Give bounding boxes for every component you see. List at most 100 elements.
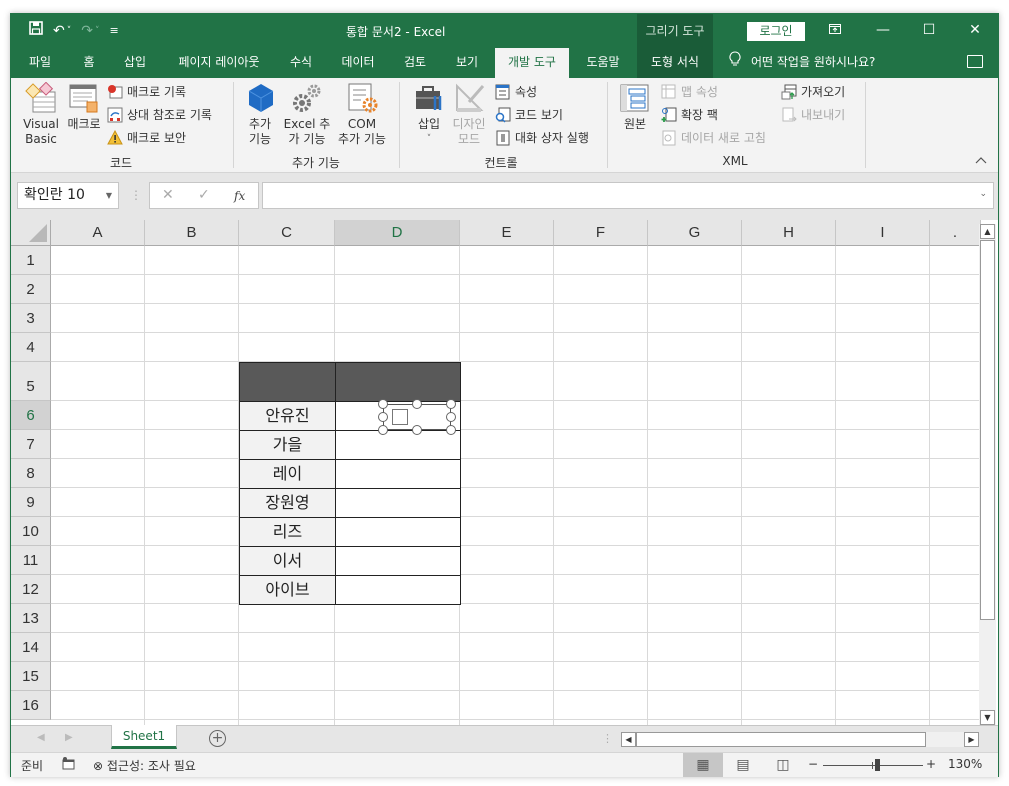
table-cell-consent[interactable] xyxy=(335,575,461,605)
table-header-name[interactable] xyxy=(239,362,336,402)
com-addins-button[interactable]: COM 추가 기능 xyxy=(335,82,389,147)
table-cell-name[interactable]: 장원영 xyxy=(239,488,336,518)
formula-input[interactable]: ⌄ xyxy=(262,182,994,209)
zoom-out-button[interactable]: − xyxy=(808,757,818,771)
resize-handle[interactable] xyxy=(378,425,388,435)
table-cell-name[interactable]: 이서 xyxy=(239,546,336,576)
column-header-g[interactable]: G xyxy=(648,220,742,246)
row-header-2[interactable]: 2 xyxy=(11,275,51,304)
table-cell-name[interactable]: 아이브 xyxy=(239,575,336,605)
tab-file[interactable]: 파일 xyxy=(19,48,61,78)
name-box[interactable]: 확인란 10 ▼ xyxy=(17,182,119,209)
save-icon[interactable] xyxy=(29,20,43,42)
formula-bar-resize-handle[interactable]: ⋮ xyxy=(130,188,142,202)
zoom-slider-thumb[interactable] xyxy=(875,759,880,771)
table-cell-name[interactable]: 가을 xyxy=(239,430,336,460)
macro-recording-icon[interactable] xyxy=(61,756,75,773)
ribbon-display-options-button[interactable] xyxy=(812,14,858,48)
select-all-button[interactable] xyxy=(11,220,51,246)
zoom-in-button[interactable]: + xyxy=(926,757,936,771)
scroll-left-icon[interactable]: ◀ xyxy=(621,732,636,747)
tab-help[interactable]: 도움말 xyxy=(577,48,629,78)
tab-developer[interactable]: 개발 도구 xyxy=(495,48,569,78)
row-header-5[interactable]: 5 xyxy=(11,362,51,401)
column-header-i[interactable]: I xyxy=(836,220,930,246)
undo-dropdown-icon[interactable]: ˅ xyxy=(67,20,72,42)
row-header-12[interactable]: 12 xyxy=(11,575,51,604)
customize-qat-icon[interactable]: ≡ xyxy=(109,20,118,42)
comments-icon[interactable] xyxy=(967,55,983,68)
table-cell-consent[interactable] xyxy=(335,546,461,576)
worksheet-grid[interactable]: A B C D E F G H I. 1 2 3 4 5 6 7 8 9 10 11 12 13 14 15 16 안유진 가을 레이… xyxy=(11,220,998,725)
table-cell-consent[interactable] xyxy=(335,517,461,547)
new-sheet-button[interactable]: + xyxy=(209,730,226,747)
xml-source-button[interactable]: 원본 xyxy=(619,82,651,132)
collapse-ribbon-icon[interactable] xyxy=(975,154,987,167)
resize-handle[interactable] xyxy=(378,399,388,409)
expand-formula-bar-icon[interactable]: ⌄ xyxy=(979,189,987,199)
row-header-7[interactable]: 7 xyxy=(11,430,51,459)
undo-icon[interactable]: ↶ xyxy=(53,20,65,42)
row-header-15[interactable]: 15 xyxy=(11,662,51,691)
zoom-slider[interactable] xyxy=(823,765,923,766)
table-cell-consent[interactable] xyxy=(335,488,461,518)
tab-formulas[interactable]: 수식 xyxy=(283,48,319,78)
properties-button[interactable]: 속성 xyxy=(495,82,537,102)
tab-insert[interactable]: 삽입 xyxy=(115,48,155,78)
insert-control-button[interactable]: 삽입 ˅ xyxy=(413,82,445,147)
row-header-11[interactable]: 11 xyxy=(11,546,51,575)
excel-addins-button[interactable]: Excel 추 가 기능 xyxy=(283,82,331,147)
row-header-4[interactable]: 4 xyxy=(11,333,51,362)
row-header-8[interactable]: 8 xyxy=(11,459,51,488)
row-header-3[interactable]: 3 xyxy=(11,304,51,333)
horizontal-scroll-thumb[interactable] xyxy=(636,732,926,747)
row-header-14[interactable]: 14 xyxy=(11,633,51,662)
login-button[interactable]: 로그인 xyxy=(747,22,805,41)
scroll-down-icon[interactable]: ▼ xyxy=(980,710,995,725)
table-header-consent[interactable] xyxy=(335,362,461,402)
tab-data[interactable]: 데이터 xyxy=(333,48,383,78)
vertical-scrollbar[interactable]: ▲ ▼ xyxy=(979,224,996,725)
minimize-button[interactable]: — xyxy=(860,14,906,48)
addins-button[interactable]: 추가 기능 xyxy=(245,82,275,147)
table-cell-name[interactable]: 안유진 xyxy=(239,401,336,431)
view-code-button[interactable]: 코드 보기 xyxy=(495,105,563,125)
next-sheet-icon[interactable]: ▶ xyxy=(65,732,73,743)
horizontal-scrollbar[interactable]: ◀ ▶ xyxy=(621,732,979,747)
column-header-d[interactable]: D xyxy=(335,220,460,246)
page-layout-view-button[interactable]: ▤ xyxy=(723,753,763,777)
normal-view-button[interactable]: ▦ xyxy=(683,753,723,777)
resize-handle[interactable] xyxy=(446,412,456,422)
xml-import-button[interactable]: 가져오기 xyxy=(781,82,845,102)
row-header-16[interactable]: 16 xyxy=(11,691,51,720)
maximize-button[interactable]: ☐ xyxy=(906,14,952,48)
checkbox-icon[interactable] xyxy=(392,409,408,425)
tab-review[interactable]: 검토 xyxy=(395,48,435,78)
table-cell-consent[interactable] xyxy=(335,459,461,489)
tab-home[interactable]: 홈 xyxy=(73,48,105,78)
resize-handle[interactable] xyxy=(446,425,456,435)
table-cell-name[interactable]: 리즈 xyxy=(239,517,336,547)
row-header-13[interactable]: 13 xyxy=(11,604,51,633)
column-header-a[interactable]: A xyxy=(51,220,145,246)
column-header-e[interactable]: E xyxy=(460,220,554,246)
insert-function-icon[interactable]: fx xyxy=(234,189,245,203)
previous-sheet-icon[interactable]: ◀ xyxy=(37,732,45,743)
scroll-right-icon[interactable]: ▶ xyxy=(964,732,979,747)
zoom-level[interactable]: 130% xyxy=(948,757,982,771)
table-cell-name[interactable]: 레이 xyxy=(239,459,336,489)
table-cell-consent[interactable] xyxy=(335,430,461,460)
row-header-9[interactable]: 9 xyxy=(11,488,51,517)
scroll-up-icon[interactable]: ▲ xyxy=(980,224,995,239)
macros-button[interactable]: 매크로 xyxy=(65,82,103,132)
accessibility-checker[interactable]: ⊗ 접근성: 조사 필요 xyxy=(93,757,196,774)
vertical-scroll-thumb[interactable] xyxy=(980,240,995,620)
column-header-f[interactable]: F xyxy=(554,220,648,246)
row-header-1[interactable]: 1 xyxy=(11,246,51,275)
tab-page-layout[interactable]: 페이지 레이아웃 xyxy=(167,48,271,78)
tell-me-search[interactable]: 어떤 작업을 원하시나요? xyxy=(729,48,875,78)
resize-handle[interactable] xyxy=(412,399,422,409)
chevron-down-icon[interactable]: ▼ xyxy=(106,183,112,208)
use-relative-references-button[interactable]: 상대 참조로 기록 xyxy=(107,105,212,125)
tab-view[interactable]: 보기 xyxy=(447,48,487,78)
